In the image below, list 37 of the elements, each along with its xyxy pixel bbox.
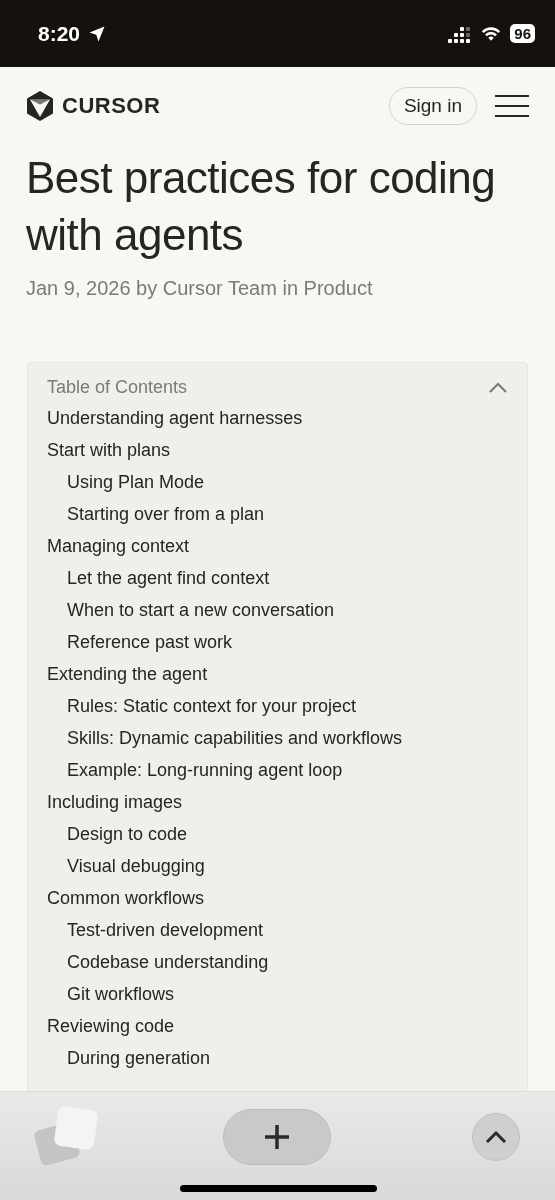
toc-link[interactable]: Git workflows [47,978,508,1010]
cube-logo-icon [26,90,54,122]
toc-link[interactable]: Codebase understanding [47,946,508,978]
toc-link[interactable]: Reference past work [47,626,508,658]
toc-link[interactable]: During generation [47,1042,508,1074]
toc-link[interactable]: Test-driven development [47,914,508,946]
toc-link[interactable]: Managing context [47,530,508,562]
toc-link[interactable]: Starting over from a plan [47,498,508,530]
new-tab-button[interactable] [223,1109,331,1165]
clock-time: 8:20 [38,21,81,46]
toc-link[interactable]: Visual debugging [47,850,508,882]
scroll-up-button[interactable] [472,1113,520,1161]
wifi-icon [480,25,503,42]
article-title: Best practices for coding with agents [26,152,497,261]
battery-level: 96 [510,24,535,43]
toc-link[interactable]: Example: Long-running agent loop [47,754,508,786]
toc-link[interactable]: Rules: Static context for your project [47,690,508,722]
toc-link[interactable]: Skills: Dynamic capabilities and workflows [47,722,508,754]
toc-link[interactable]: Using Plan Mode [47,466,508,498]
toc-link[interactable]: Reviewing code [47,1010,508,1042]
menu-icon[interactable] [495,95,529,117]
location-arrow-icon [88,24,107,43]
toc-link[interactable]: Design to code [47,818,508,850]
toc-link[interactable]: Let the agent find context [47,562,508,594]
toc-link[interactable]: Common workflows [47,882,508,914]
chevron-up-icon [485,1130,507,1144]
article-meta: Jan 9, 2026 by Cursor Team in Product [26,277,374,300]
toc-link[interactable]: When to start a new conversation [47,594,508,626]
toc-link[interactable]: Including images [47,786,508,818]
toc-link[interactable]: Understanding agent harnesses [47,402,508,434]
plus-icon [264,1124,290,1150]
toc-link[interactable]: Extending the agent [47,658,508,690]
signal-icon [448,24,473,43]
chevron-icon[interactable] [488,381,508,394]
toc-title: Table of Contents [47,377,188,398]
brand-logo-text: CURSOR [62,93,161,119]
toc-link[interactable]: Start with plans [47,434,508,466]
